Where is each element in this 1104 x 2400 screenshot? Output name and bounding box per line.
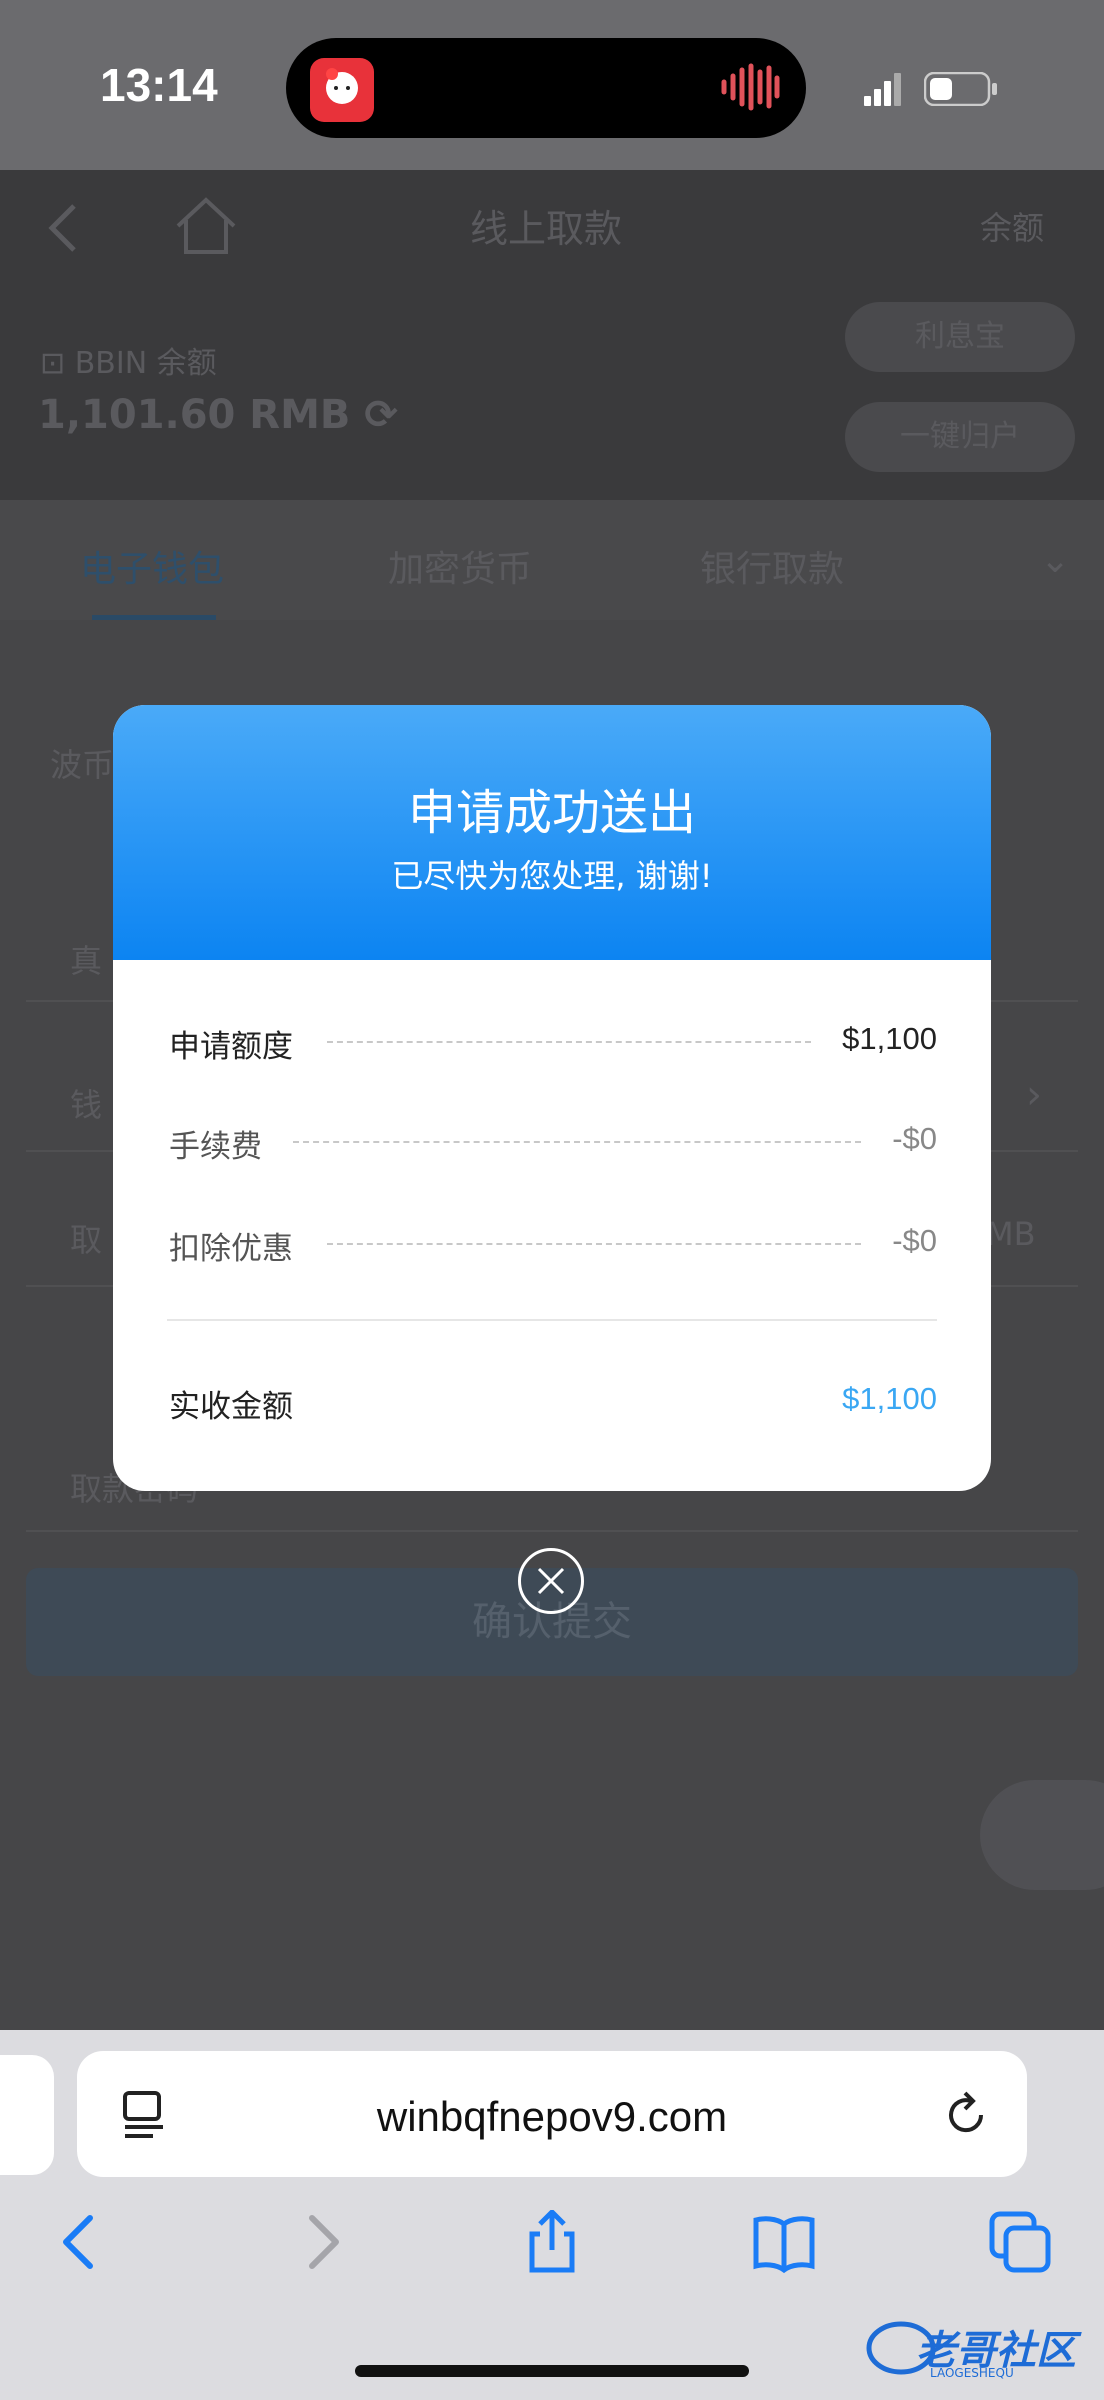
url-text: winbqfnepov9.com [376,2093,728,2140]
requested-amount-label: 申请额度 [169,1029,293,1065]
tabs-icon[interactable] [988,2210,1052,2274]
fee-value: -$0 [892,1121,937,1156]
currency-suffix: MB [986,1215,1036,1253]
collect-all-button[interactable]: 一键归户 [845,402,1075,472]
bbin-amount-text: 1,101.60 RMB [38,392,351,438]
tab-crypto[interactable]: 加密货币 [388,540,532,592]
close-button[interactable] [518,1548,584,1614]
requested-amount-value: $1,100 [842,1021,937,1056]
audio-wave-icon [720,62,780,112]
edit-fab[interactable] [980,1780,1104,1890]
received-amount-label: 实收金额 [169,1389,293,1425]
clock: 13:14 [100,59,218,111]
home-icon[interactable] [174,196,238,256]
back-arrow-icon[interactable] [50,2210,114,2274]
wallet-icon: ⊡ [40,346,75,381]
reload-icon[interactable] [941,2089,993,2141]
modal-subtitle: 已尽快为您处理, 谢谢! [391,857,713,895]
app-icon [310,58,374,122]
form-row-label: 取 [70,1221,103,1259]
refresh-icon[interactable]: ⟳ [364,392,398,438]
watermark-logo: 老哥社区 LAOGESHEQU [866,2300,1096,2390]
bbin-balance-label: ⊡ BBIN 余额 [40,338,217,382]
wallet-option-label: 波币 [50,746,115,784]
forward-arrow-icon[interactable] [288,2210,352,2274]
bbin-balance-amount: 1,101.60 RMB ⟳ [38,392,398,438]
share-icon[interactable] [520,2208,584,2274]
form-row-label: 钱 [70,1086,103,1124]
battery-icon [923,71,1000,107]
bookmarks-icon[interactable] [752,2210,816,2274]
modal-title: 申请成功送出 [407,785,696,841]
address-bar[interactable]: winbqfnepov9.com [77,2051,1027,2177]
fee-label: 手续费 [169,1129,262,1165]
bbin-label-text: BBIN 余额 [74,346,217,381]
balance-link[interactable]: 余额 [980,203,1044,249]
tab-bank[interactable]: 银行取款 [700,540,844,592]
home-indicator[interactable] [355,2365,749,2377]
chevron-right-icon: › [1026,1072,1042,1118]
active-tab-indicator [92,615,216,620]
tabs-dropdown-icon[interactable]: ⌄ [1040,540,1070,581]
divider [167,1319,937,1321]
interest-button[interactable]: 利息宝 [845,302,1075,372]
back-icon[interactable] [44,200,84,256]
previous-tab-preview[interactable] [0,2055,54,2175]
cellular-signal-icon [864,72,904,106]
discount-label: 扣除优惠 [169,1231,293,1267]
close-icon [537,1567,565,1595]
watermark-subtext: LAOGESHEQU [930,2366,1014,2380]
success-modal: 申请成功送出 已尽快为您处理, 谢谢! 申请额度 $1,100 手续费 -$0 … [113,705,991,1491]
form-row-label: 真 [70,942,103,980]
discount-value: -$0 [892,1223,937,1258]
page-title: 线上取款 [470,207,623,251]
received-amount-value: $1,100 [842,1381,937,1416]
tab-ewallet[interactable]: 电子钱包 [80,540,224,592]
dotted-leader [327,1041,811,1043]
